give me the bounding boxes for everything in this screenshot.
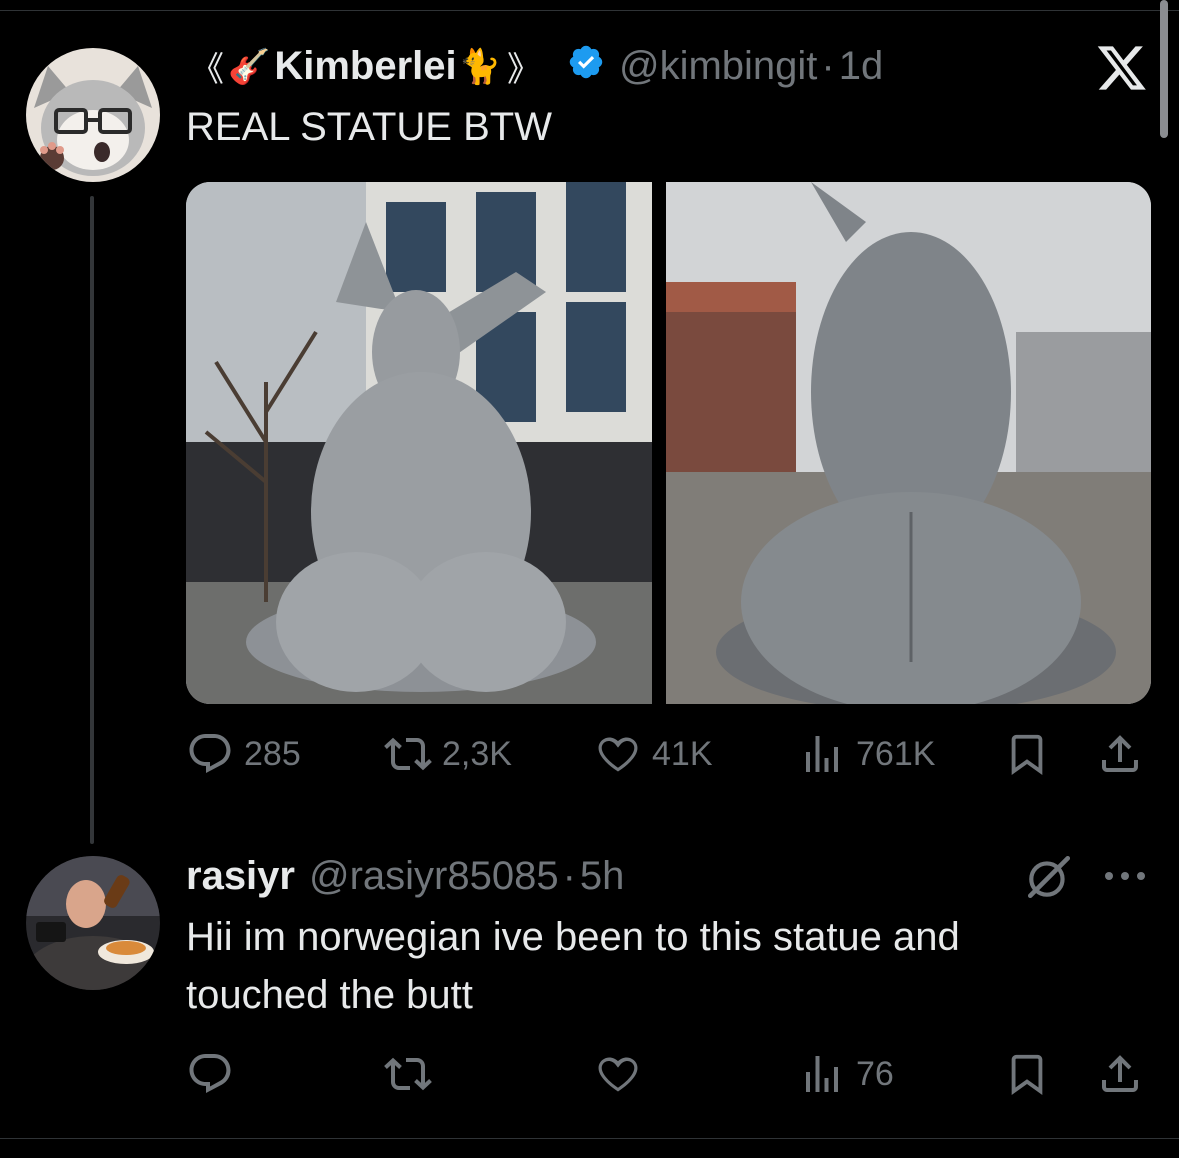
reply-reply-button[interactable] bbox=[186, 1050, 234, 1098]
separator-dot: · bbox=[821, 44, 835, 88]
reply-share-button[interactable] bbox=[1096, 1050, 1144, 1098]
grok-icon[interactable] bbox=[1024, 852, 1074, 907]
like-count: 41K bbox=[652, 734, 713, 773]
bookmark-icon bbox=[1011, 734, 1043, 775]
reply-count: 285 bbox=[244, 734, 301, 773]
post-actions: 285 2,3K 41K 761K bbox=[186, 726, 1151, 782]
author-handle[interactable]: @kimbingit bbox=[619, 44, 817, 89]
author-avatar[interactable] bbox=[26, 48, 160, 182]
bottom-divider bbox=[0, 1138, 1179, 1139]
media-image-back[interactable] bbox=[666, 182, 1151, 704]
reply-author-avatar[interactable] bbox=[26, 856, 160, 990]
display-name-prefix: 《 bbox=[190, 51, 224, 89]
post-media[interactable] bbox=[186, 182, 1151, 704]
post-time[interactable]: 1d bbox=[839, 44, 884, 89]
reply-views-button[interactable]: 76 bbox=[798, 1050, 894, 1098]
like-button[interactable]: 41K bbox=[594, 730, 713, 778]
more-icon[interactable] bbox=[1102, 868, 1148, 889]
display-name-suffix: 》 bbox=[506, 51, 541, 89]
bookmark-button[interactable] bbox=[1004, 730, 1050, 778]
like-icon bbox=[598, 737, 638, 772]
post-text: REAL STATUE BTW bbox=[186, 105, 552, 149]
reply-actions: 76 bbox=[186, 1046, 1151, 1102]
views-button[interactable]: 761K bbox=[798, 730, 935, 778]
reply-text-line-2: touched the butt bbox=[186, 973, 473, 1017]
bookmark-icon bbox=[1011, 1054, 1043, 1095]
views-icon bbox=[806, 736, 838, 772]
post-header: 《 🎸 Kimberlei 🐈 》 @kimbingit · 1d bbox=[190, 42, 883, 91]
share-button[interactable] bbox=[1096, 730, 1144, 778]
top-divider bbox=[0, 10, 1179, 11]
reply-icon bbox=[189, 734, 231, 773]
verified-badge-icon bbox=[567, 43, 605, 91]
repost-button[interactable]: 2,3K bbox=[384, 730, 512, 778]
views-count: 761K bbox=[856, 734, 936, 773]
reply-views-count: 76 bbox=[856, 1054, 894, 1093]
reply-display-name[interactable]: rasiyr bbox=[186, 854, 295, 899]
views-icon bbox=[806, 1056, 838, 1092]
reply-separator-dot: · bbox=[562, 854, 576, 898]
x-logo-icon[interactable] bbox=[1096, 44, 1148, 97]
repost-count: 2,3K bbox=[442, 734, 512, 773]
like-icon bbox=[598, 1057, 638, 1092]
share-icon bbox=[1102, 1055, 1138, 1092]
reply-repost-button[interactable] bbox=[384, 1050, 432, 1098]
reply-time[interactable]: 5h bbox=[580, 854, 625, 899]
media-image-front[interactable] bbox=[186, 182, 652, 704]
thread-connector-line bbox=[90, 196, 94, 844]
reply-icon bbox=[189, 1054, 231, 1093]
guitar-emoji: 🎸 bbox=[228, 47, 271, 86]
repost-icon bbox=[384, 737, 432, 771]
reply-header: rasiyr @rasiyr85085 · 5h bbox=[186, 854, 624, 899]
reply-button[interactable]: 285 bbox=[186, 730, 301, 778]
reply-bookmark-button[interactable] bbox=[1004, 1050, 1050, 1098]
scrollbar[interactable] bbox=[1160, 0, 1168, 138]
media-divider bbox=[652, 182, 666, 704]
repost-icon bbox=[384, 1057, 432, 1091]
author-display-name[interactable]: Kimberlei bbox=[274, 44, 456, 89]
share-icon bbox=[1102, 735, 1138, 772]
reply-handle[interactable]: @rasiyr85085 bbox=[309, 854, 559, 899]
reply-text-line-1: Hii im norwegian ive been to this statue… bbox=[186, 915, 960, 959]
reply-like-button[interactable] bbox=[594, 1050, 642, 1098]
cat-emoji: 🐈 bbox=[458, 47, 501, 86]
